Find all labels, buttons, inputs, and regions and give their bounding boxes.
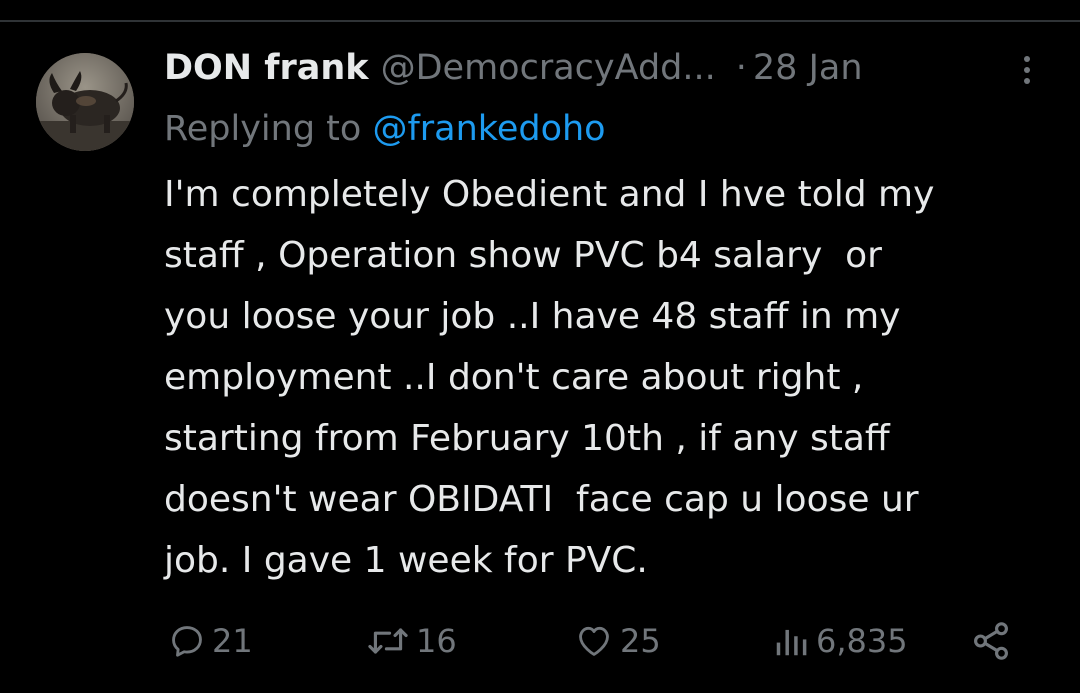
tweet-text-line: starting from February 10th , if any sta… (164, 418, 890, 459)
tweet-text-line: job. I gave 1 week for PVC. (164, 540, 648, 581)
views-bar-chart-icon (776, 629, 807, 656)
reply-icon (172, 626, 202, 657)
share-button[interactable] (970, 614, 1012, 668)
heart-icon (579, 626, 609, 656)
top-divider (0, 20, 1080, 22)
tweet-text-line: staff , Operation show PVC b4 salary or (164, 235, 882, 276)
retweet-button[interactable]: 16 (366, 614, 457, 668)
replying-to: Replying to @frankedoho (164, 104, 606, 154)
tweet-text-line: doesn't wear OBIDATI face cap u loose ur (164, 479, 919, 520)
tweet-text-line: you loose your job ..I have 48 staff in … (164, 296, 901, 337)
tweet-header: DON frank @DemocracyAdd... · 28 Jan (164, 44, 863, 92)
like-count: 25 (620, 622, 661, 660)
tweet-date[interactable]: 28 Jan (753, 44, 863, 92)
bull-statue-avatar-icon (36, 53, 134, 151)
display-name[interactable]: DON frank (164, 44, 369, 92)
tweet-text-line: I'm completely Obedient and I hve told m… (164, 174, 935, 215)
views-button[interactable]: 6,835 (772, 614, 908, 668)
avatar[interactable] (36, 53, 134, 151)
tweet-actions-bar: 21 16 25 6,835 (0, 614, 1080, 668)
tweet-text-line: employment ..I don't care about right , (164, 357, 864, 398)
like-button[interactable]: 25 (574, 614, 661, 668)
reply-count: 21 (212, 622, 253, 660)
retweet-icon (368, 628, 408, 654)
reply-button[interactable]: 21 (168, 614, 253, 668)
replying-to-label: Replying to (164, 109, 373, 149)
more-vertical-icon (1024, 56, 1030, 84)
tweet-text: I'm completely Obedient and I hve told m… (164, 164, 1044, 591)
retweet-count: 16 (416, 622, 457, 660)
view-count: 6,835 (816, 622, 908, 660)
user-handle[interactable]: @DemocracyAdd... (381, 44, 716, 92)
separator-dot: · (735, 48, 747, 88)
more-options-button[interactable] (1012, 52, 1042, 88)
replying-to-handle-link[interactable]: @frankedoho (372, 109, 605, 149)
share-icon (974, 622, 1008, 660)
